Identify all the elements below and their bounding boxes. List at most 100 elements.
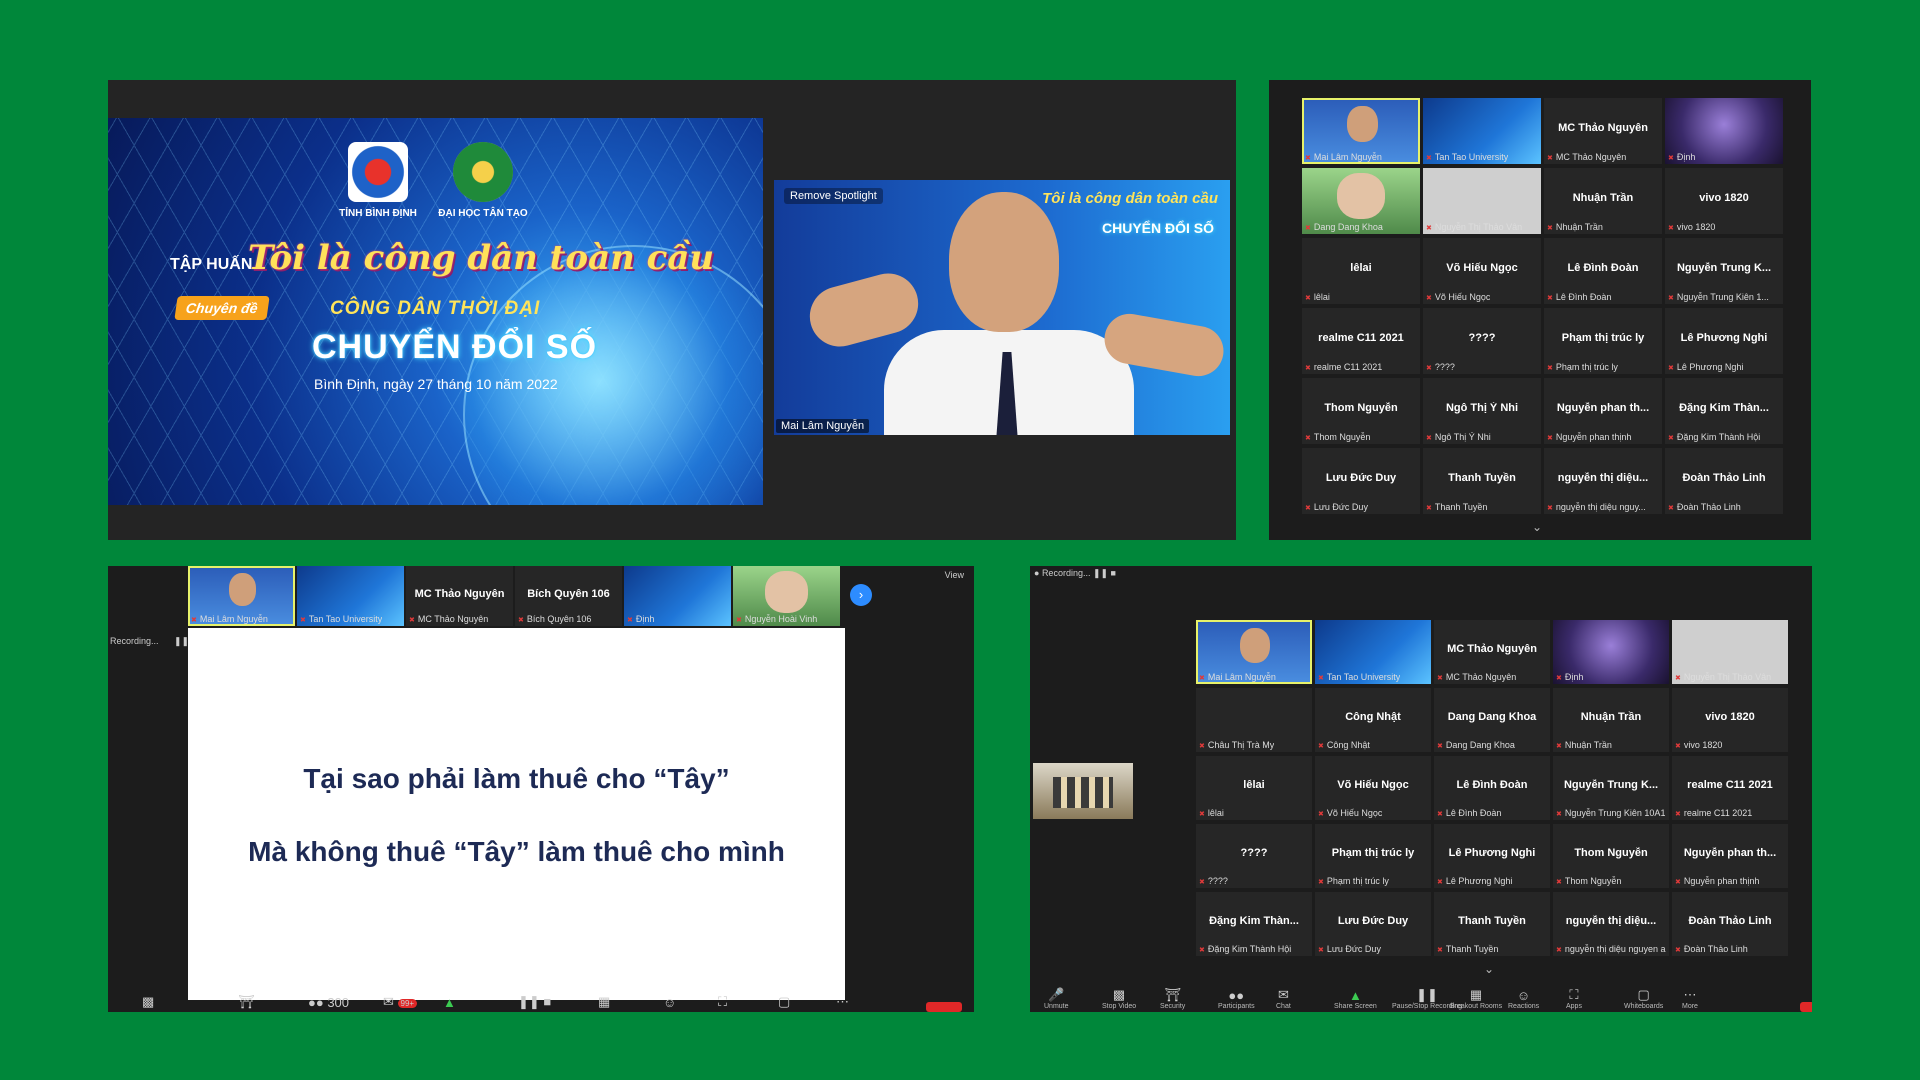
apps-button[interactable]: ⛶ Apps [1566,987,1582,1010]
participant-tile[interactable]: Định [1553,620,1669,684]
participant-tile[interactable]: Lưu Đức Duy Lưu Đức Duy [1302,448,1420,514]
participant-tile[interactable]: Mai Lâm Nguyễn [1196,620,1312,684]
participant-tile[interactable]: Định [624,566,731,626]
chevron-down-icon[interactable]: ⌄ [1532,520,1542,534]
participant-tile[interactable]: Đặng Kim Thàn... Đặng Kim Thành Hội [1665,378,1783,444]
participant-tile[interactable]: Phạm thị trúc ly Phạm thị trúc ly [1544,308,1662,374]
more-icon[interactable]: ⋯ [836,994,849,1010]
participant-name-label: MC Thảo Nguyên [409,614,488,624]
participant-tile[interactable]: Dang Dang Khoa Dang Dang Khoa [1434,688,1550,752]
pause-stop-recording-icon[interactable]: ❚❚ ■ [518,994,551,1010]
participant-tile[interactable]: realme C11 2021 realme C11 2021 [1672,756,1788,820]
apps-icon[interactable]: ⛶ [718,994,727,1010]
participant-tile[interactable]: Mai Lâm Nguyễn [188,566,295,626]
participant-tile[interactable]: Mai Lâm Nguyễn [1302,98,1420,164]
participant-display-name: Đặng Kim Thàn... [1679,401,1769,414]
pause-recording-icon[interactable]: ❚❚ [174,636,189,647]
participant-tile[interactable]: realme C11 2021 realme C11 2021 [1302,308,1420,374]
share-screen-button[interactable]: ▲ Share Screen [1334,988,1377,1010]
participant-display-name: MC Thảo Nguyên [414,587,505,600]
participant-tile[interactable]: Tan Tao University [297,566,404,626]
speaker-video[interactable]: Tôi là công dân toàn cầu CHUYỂN ĐỔI SỐ R… [774,180,1230,435]
participant-display-name: Phạm thị trúc ly [1561,331,1645,344]
participant-tile[interactable]: Thom Nguyễn Thom Nguyễn [1302,378,1420,444]
participant-tile[interactable]: Tan Tao University [1315,620,1431,684]
speaker-overlay-subtitle: CHUYỂN ĐỔI SỐ [1101,220,1214,236]
participant-display-name: Nhuận Trần [1580,711,1642,724]
participant-tile[interactable]: Thanh Tuyền Thanh Tuyền [1423,448,1541,514]
participant-tile[interactable]: ???????? [1423,308,1541,374]
stop-video-button[interactable]: ▩ Stop Video [1102,987,1136,1010]
next-page-button[interactable]: › [850,584,872,606]
end-meeting-button[interactable] [1800,1002,1812,1012]
shared-screen-thumbnail[interactable] [1033,763,1133,819]
participant-tile[interactable]: Nguyễn phan th... Nguyễn phan thịnh [1544,378,1662,444]
whiteboard-icon[interactable]: ▢ [778,994,790,1010]
participant-tile[interactable]: Lưu Đức Duy Lưu Đức Duy [1315,892,1431,956]
participant-tile[interactable]: MC Thảo Nguyên MC Thảo Nguyên [1434,620,1550,684]
unmute-button[interactable]: 🎤 Unmute [1044,987,1069,1010]
participant-tile[interactable]: Định [1665,98,1783,164]
participant-tile[interactable]: vivo 1820 vivo 1820 [1672,688,1788,752]
participant-tile[interactable]: Tan Tao University [1423,98,1541,164]
participant-tile[interactable]: Nguyễn Hoài Vinh [733,566,840,626]
recording-label: Recording... [1041,568,1091,578]
participant-tile[interactable]: Lê Phương Nghi Lê Phương Nghi [1434,824,1550,888]
video-camera-icon[interactable]: ▩ [142,994,154,1010]
breakout-rooms-icon[interactable]: ▦ [598,994,610,1010]
participant-tile[interactable]: MC Thảo Nguyên MC Thảo Nguyên [1544,98,1662,164]
security-shield-icon[interactable]: ⛩ [238,994,255,1010]
participants-button[interactable]: ●● Participants [1218,988,1255,1010]
view-menu-button[interactable]: View [945,570,964,580]
participant-tile[interactable]: MC Thảo Nguyên MC Thảo Nguyên [406,566,513,626]
participant-tile[interactable]: Châu Thị Trà My [1196,688,1312,752]
participant-tile[interactable]: Đoàn Thảo Linh Đoàn Thảo Linh [1672,892,1788,956]
participant-tile[interactable]: Ngô Thị Ý Nhi Ngô Thị Ý Nhi [1423,378,1541,444]
participant-tile[interactable]: Nhuận Trần Nhuận Trần [1553,688,1669,752]
unmute-icon: 🎤 [1048,987,1065,1002]
reactions-icon[interactable]: ☺ [663,995,676,1010]
chevron-down-icon[interactable]: ⌄ [1484,962,1494,976]
participant-display-name: Phạm thị trúc ly [1331,847,1415,860]
participant-tile[interactable]: ???????? [1196,824,1312,888]
participant-tile[interactable]: Đặng Kim Thàn... Đặng Kim Thành Hội [1196,892,1312,956]
participant-tile[interactable]: Nguyễn phan th... Nguyễn phan thịnh [1672,824,1788,888]
participant-tile[interactable]: Công Nhật Công Nhật [1315,688,1431,752]
participant-tile[interactable]: Lê Đình Đoàn Lê Đình Đoàn [1544,238,1662,304]
participant-tile[interactable]: Nguyễn Thị Thảo Vân [1423,168,1541,234]
more-button[interactable]: ⋯ More [1682,987,1698,1010]
participant-tile[interactable]: Lê Đình Đoàn Lê Đình Đoàn [1434,756,1550,820]
remove-spotlight-button[interactable]: Remove Spotlight [784,188,883,204]
participant-tile[interactable]: vivo 1820 vivo 1820 [1665,168,1783,234]
participant-tile[interactable]: Dang Dang Khoa [1302,168,1420,234]
participant-tile[interactable]: nguyễn thị diệu... nguyễn thị diệu nguy..… [1544,448,1662,514]
whiteboards-button[interactable]: ▢ Whiteboards [1624,987,1663,1010]
participant-tile[interactable]: lêlai lêlai [1196,756,1312,820]
participant-tile[interactable]: Nguyễn Trung K... Nguyễn Trung Kiên 10A1 [1553,756,1669,820]
participant-tile[interactable]: lêlai lêlai [1302,238,1420,304]
chat-button[interactable]: ✉ Chat [1276,987,1291,1010]
end-meeting-button[interactable] [926,1002,962,1012]
share-screen-icon[interactable]: ▲ [443,995,456,1010]
participant-tile[interactable]: Nguyễn Trung K... Nguyễn Trung Kiên 1... [1665,238,1783,304]
participants-button[interactable]: ●● 300 [308,995,349,1010]
participant-tile[interactable]: Võ Hiếu Ngọc Võ Hiếu Ngọc [1423,238,1541,304]
participant-tile[interactable]: Phạm thị trúc ly Phạm thị trúc ly [1315,824,1431,888]
participant-tile[interactable]: Thanh Tuyền Thanh Tuyền [1434,892,1550,956]
participant-tile[interactable]: Nguyễn Thị Thảo Vân [1672,620,1788,684]
participant-display-name: Bích Quyên 106 [527,587,610,600]
chat-button[interactable]: ✉ 99+ [383,994,418,1010]
breakout-rooms-button[interactable]: ▦ Breakout Rooms [1450,987,1502,1010]
participant-tile[interactable]: Lê Phương Nghi Lê Phương Nghi [1665,308,1783,374]
participant-tile[interactable]: Đoàn Thảo Linh Đoàn Thảo Linh [1665,448,1783,514]
reactions-button[interactable]: ☺ Reactions [1508,988,1539,1010]
participant-name-label: MC Thảo Nguyên [1547,152,1626,162]
participant-tile[interactable]: Nhuận Trần Nhuận Trần [1544,168,1662,234]
participant-tile[interactable]: Bích Quyên 106 Bích Quyên 106 [515,566,622,626]
participant-tile[interactable]: Võ Hiếu Ngọc Võ Hiếu Ngọc [1315,756,1431,820]
participant-tile[interactable]: Thom Nguyễn Thom Nguyễn [1553,824,1669,888]
participant-tile[interactable]: nguyễn thị diệu... nguyễn thị diệu nguyen… [1553,892,1669,956]
security-button[interactable]: ⛩ Security [1160,987,1185,1010]
participant-display-name: Công Nhật [1345,711,1401,724]
participant-name-label: Công Nhật [1318,740,1370,750]
